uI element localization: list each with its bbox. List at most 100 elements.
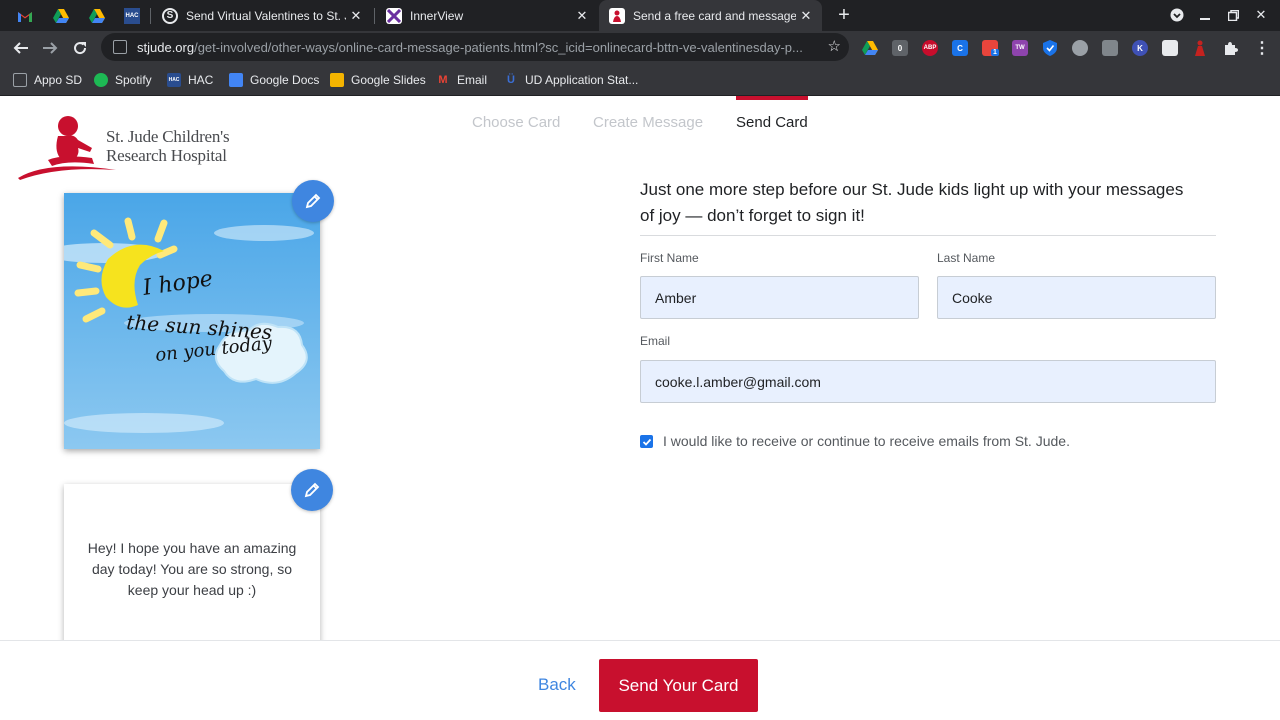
email-opt-in-checkbox[interactable]	[640, 435, 653, 448]
form-footer: Back Send Your Card	[0, 640, 1280, 720]
google-drive-extension-icon[interactable]	[862, 40, 878, 56]
email-field[interactable]: cooke.l.amber@gmail.com	[640, 360, 1216, 403]
bookmark-label: HAC	[188, 73, 214, 87]
spotify-icon	[94, 73, 108, 87]
st-jude-logo[interactable]: St. Jude Children's Research Hospital	[18, 114, 248, 180]
google-drive-icon	[89, 9, 105, 23]
step-create-message[interactable]: Create Message	[593, 114, 703, 131]
url-path: /get-involved/other-ways/online-card-mes…	[194, 39, 803, 55]
edit-card-message-button[interactable]	[291, 469, 333, 511]
close-tab-icon[interactable]: ✕	[796, 6, 816, 26]
close-tab-icon[interactable]: ✕	[572, 6, 592, 26]
browser-toolbar: stjude.org/get-involved/other-ways/onlin…	[0, 31, 1280, 64]
first-name-label: First Name	[640, 251, 699, 265]
url-text: stjude.org/get-involved/other-ways/onlin…	[137, 40, 827, 55]
pinned-tab-google-drive-2[interactable]	[82, 4, 112, 28]
logo-line-2: Research Hospital	[106, 146, 227, 165]
logo-line-1: St. Jude Children's	[106, 127, 230, 146]
last-name-field[interactable]: Cooke	[937, 276, 1216, 319]
bookmark-email[interactable]: M Email	[436, 71, 487, 89]
ud-icon: Ü	[507, 74, 515, 86]
back-arrow-icon[interactable]	[8, 35, 34, 61]
tw-extension-icon[interactable]: TW	[1012, 40, 1028, 56]
last-name-label: Last Name	[937, 251, 996, 265]
white-extension-icon[interactable]	[1162, 40, 1178, 56]
bookmark-label: Google Slides	[351, 73, 426, 87]
url-domain: stjude.org	[137, 39, 195, 55]
bookmark-label: Spotify	[115, 73, 152, 87]
tab-separator	[374, 8, 375, 24]
address-bar[interactable]: stjude.org/get-involved/other-ways/onlin…	[101, 33, 849, 61]
bookmark-hac[interactable]: HAC HAC	[167, 71, 213, 89]
close-tab-icon[interactable]: ✕	[346, 6, 366, 26]
email-label: Email	[640, 334, 671, 348]
pinned-tab-gmail[interactable]	[10, 4, 40, 28]
browser-tab-strip: HAC S Send Virtual Valentines to St. Ju …	[0, 0, 1280, 31]
tab-separator	[150, 8, 151, 24]
restore-icon[interactable]	[1222, 5, 1244, 25]
shield-extension-icon[interactable]	[1042, 40, 1058, 56]
bookmark-appo-sd[interactable]: Appo SD	[13, 71, 82, 89]
k-extension-icon[interactable]: K	[1132, 40, 1148, 56]
bookmark-google-slides[interactable]: Google Slides	[330, 71, 426, 89]
reload-icon[interactable]	[67, 35, 93, 61]
google-drive-icon	[53, 9, 69, 23]
bookmark-label: Google Docs	[250, 73, 320, 87]
extension-badge: 1	[991, 49, 999, 56]
zero-extension-icon[interactable]: 0	[892, 40, 908, 56]
puzzle-extensions-icon[interactable]	[1222, 40, 1238, 56]
card-image-preview: I hope the sun shines on you today	[64, 193, 320, 449]
st-jude-child-logo-icon	[18, 116, 116, 180]
bookmark-star-icon[interactable]: ☆	[828, 37, 841, 55]
send-card-button[interactable]: Send Your Card	[599, 659, 758, 712]
gmail-icon	[18, 11, 32, 22]
logo-text: St. Jude Children's Research Hospital	[106, 127, 230, 165]
site-info-icon[interactable]	[113, 40, 127, 54]
tab-send-virtual-valentines[interactable]: S Send Virtual Valentines to St. Ju ✕	[152, 0, 372, 31]
bookmark-google-docs[interactable]: Google Docs	[229, 71, 319, 89]
back-button[interactable]: Back	[538, 675, 576, 695]
new-tab-button[interactable]: +	[833, 4, 855, 26]
checkmark-icon	[642, 438, 651, 446]
pencil-icon	[305, 193, 321, 209]
google-docs-icon	[229, 73, 243, 87]
bookmark-spotify[interactable]: Spotify	[94, 71, 152, 89]
edit-card-image-button[interactable]	[292, 180, 334, 222]
minimize-icon[interactable]	[1194, 5, 1216, 25]
gmail-icon: M	[438, 74, 448, 86]
pinned-tab-hac[interactable]: HAC	[117, 4, 147, 28]
form-intro-text: Just one more step before our St. Jude k…	[640, 180, 1184, 225]
gray-extension-icon[interactable]	[1102, 40, 1118, 56]
email-opt-in-label[interactable]: I would like to receive or continue to r…	[663, 433, 1070, 449]
tab-title: InnerView	[410, 8, 464, 23]
site-favicon-icon: S	[162, 7, 178, 24]
hac-icon: HAC	[124, 8, 140, 24]
pinned-tab-google-drive[interactable]	[46, 4, 76, 28]
st-jude-favicon-icon	[609, 7, 625, 24]
red-badge-extension-icon[interactable]: 1	[982, 40, 999, 56]
bookmark-ud-application[interactable]: Ü UD Application Stat...	[504, 71, 638, 89]
folder-icon	[13, 73, 27, 87]
google-slides-icon	[330, 73, 344, 87]
forward-arrow-icon[interactable]	[37, 35, 63, 61]
bookmark-label: Appo SD	[34, 73, 83, 87]
clock-extension-icon[interactable]	[1072, 40, 1088, 56]
card-message-preview: Hey! I hope you have an amazing day toda…	[64, 484, 320, 654]
bookmarks-bar: Appo SD Spotify HAC HAC Google Docs Goog…	[0, 64, 1280, 96]
close-window-icon[interactable]: ✕	[1250, 5, 1272, 25]
adblock-plus-icon[interactable]: ABP	[922, 40, 938, 56]
step-choose-card[interactable]: Choose Card	[472, 114, 560, 131]
menu-kebab-icon[interactable]: ⋮	[1254, 40, 1270, 57]
c-extension-icon[interactable]: C	[952, 40, 968, 56]
tab-innerview[interactable]: InnerView ✕	[376, 0, 598, 31]
red-figure-extension-icon[interactable]	[1192, 40, 1208, 56]
tab-send-free-card[interactable]: Send a free card and message to ✕	[599, 0, 822, 31]
divider	[640, 235, 1216, 236]
current-step-bar	[736, 96, 808, 100]
tab-title: Send Virtual Valentines to St. Ju	[186, 8, 346, 23]
pencil-icon	[304, 482, 320, 498]
tab-search-icon[interactable]	[1166, 5, 1188, 25]
tab-title: Send a free card and message to	[633, 8, 796, 23]
innerview-icon	[386, 7, 402, 24]
first-name-field[interactable]: Amber	[640, 276, 919, 319]
